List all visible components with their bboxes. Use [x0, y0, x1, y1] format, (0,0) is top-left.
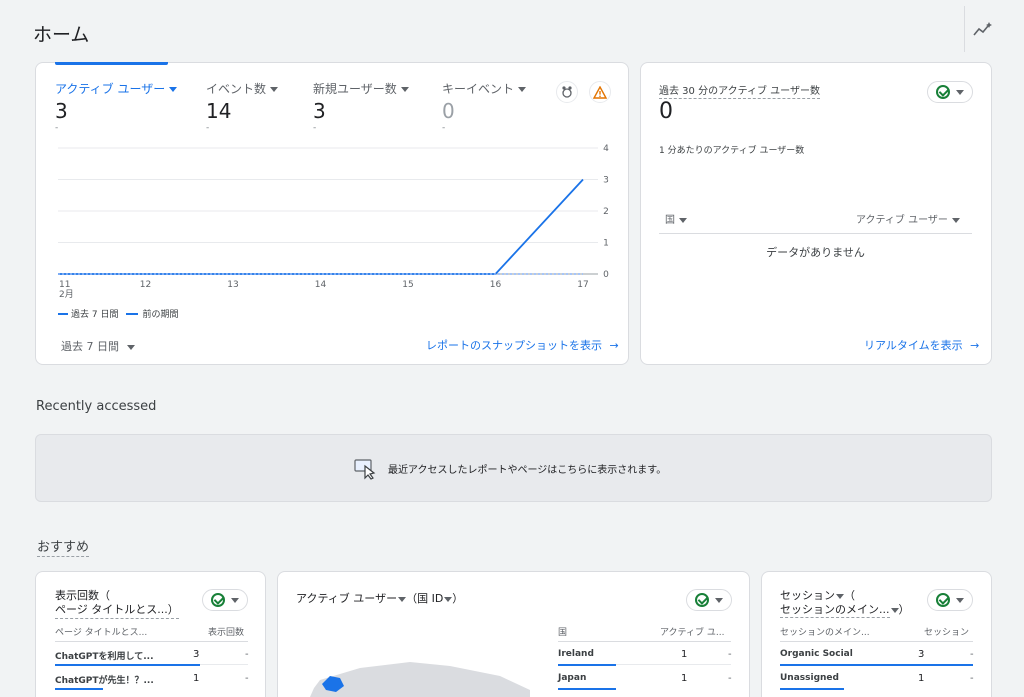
column-header[interactable]: アクティブ ユ...	[660, 625, 724, 638]
y-tick-label: 1	[603, 239, 609, 249]
recommended-heading: おすすめ	[37, 540, 90, 557]
column-header[interactable]: 表示回数	[208, 625, 244, 638]
table-row-value: 1	[918, 673, 925, 684]
chart-legend: 過去 7 日間 前の期間	[58, 307, 178, 320]
realtime-value: 0	[659, 99, 673, 124]
realtime-title: 過去 30 分のアクティブ ユーザー数	[659, 86, 820, 99]
view-realtime-label: リアルタイムを表示	[864, 339, 963, 352]
no-data-message: データがありません	[766, 246, 865, 259]
cursor-click-icon	[354, 458, 380, 480]
table-row-change: -	[245, 649, 249, 660]
chevron-down-icon	[890, 607, 899, 613]
per-minute-label: 1 分あたりのアクティブ ユーザー数	[659, 146, 805, 156]
table-row-name[interactable]: Ireland	[558, 649, 594, 659]
active-users-column-header[interactable]: アクティブ ユーザー	[856, 211, 960, 226]
table-row-divider	[616, 664, 731, 665]
table-row-change: -	[728, 649, 732, 660]
chevron-down-icon	[715, 597, 723, 603]
table-header-divider	[558, 641, 731, 642]
recent-empty-text: 最近アクセスしたレポートやページはこちらに表示されます。	[388, 465, 667, 476]
arrow-right-icon: →	[970, 339, 980, 352]
card1-title: 表示回数（ ページ タイトルとス...）	[55, 589, 179, 619]
chevron-down-icon	[956, 597, 964, 603]
table-row-value: 3	[918, 649, 925, 660]
data-quality-badge[interactable]	[686, 589, 732, 611]
series-line-current	[58, 178, 584, 275]
view-snapshot-link[interactable]: レポートのスナップショットを表示 →	[426, 337, 619, 353]
table-row-name[interactable]: Japan	[558, 673, 586, 683]
legend-line-current	[58, 312, 68, 315]
table-row-value: 1	[193, 673, 200, 684]
table-row-divider	[200, 664, 248, 665]
recent-heading: Recently accessed	[36, 399, 157, 414]
chevron-down-icon	[956, 89, 964, 95]
chevron-down-icon	[127, 344, 135, 350]
column-header[interactable]: セッションのメイン...	[780, 625, 870, 638]
date-range-selector[interactable]: 過去 7 日間	[61, 338, 135, 354]
legend-line-previous	[126, 312, 139, 315]
x-tick-label: 12	[140, 280, 151, 290]
view-realtime-link[interactable]: リアルタイムを表示 →	[864, 337, 979, 353]
table-row-bar	[558, 664, 616, 666]
world-map	[310, 662, 530, 697]
table-row-change: -	[970, 649, 974, 660]
check-circle-icon	[211, 593, 225, 607]
check-circle-icon	[936, 593, 950, 607]
data-quality-badge[interactable]	[927, 81, 973, 103]
column-header[interactable]: 国	[558, 625, 567, 638]
data-quality-badge[interactable]	[202, 589, 248, 611]
table-header-divider	[780, 641, 973, 642]
chevron-down-icon	[398, 596, 407, 602]
card2-title: アクティブ ユーザー （国 ID）	[296, 592, 464, 605]
x-tick-label: 13	[227, 280, 238, 290]
table-row-bar	[55, 688, 103, 690]
y-tick-label: 3	[603, 176, 609, 186]
x-tick-label: 17	[577, 280, 588, 290]
y-tick-label: 4	[603, 144, 609, 154]
table-header-divider	[659, 233, 972, 234]
date-range-label: 過去 7 日間	[61, 340, 119, 353]
chevron-down-icon	[679, 217, 687, 223]
y-tick-label: 0	[603, 270, 609, 280]
x-tick-label: 14	[315, 280, 327, 290]
x-tick-label: 15	[402, 280, 413, 290]
table-row-name[interactable]: ChatGPTを利用して...	[55, 649, 154, 662]
legend-current-label: 過去 7 日間	[71, 310, 119, 320]
chevron-down-icon	[951, 217, 960, 223]
table-row-value: 1	[681, 673, 688, 684]
legend-previous-label: 前の期間	[142, 310, 179, 320]
table-row-name[interactable]: Unassigned	[780, 673, 839, 683]
table-row-bar	[780, 688, 844, 690]
table-row-name[interactable]: Organic Social	[780, 649, 853, 659]
arrow-right-icon: →	[609, 339, 619, 352]
y-tick-label: 2	[603, 207, 609, 217]
chevron-down-icon	[836, 593, 844, 599]
table-row-bar	[558, 688, 616, 690]
view-snapshot-label: レポートのスナップショットを表示	[426, 339, 602, 352]
table-row-bar	[780, 664, 973, 666]
map-landmass	[310, 662, 530, 697]
x-axis-month-label: 2月	[59, 290, 74, 300]
x-tick-label: 16	[490, 280, 502, 290]
data-quality-badge[interactable]	[927, 589, 973, 611]
table-row-change: -	[245, 673, 249, 684]
table-row-name[interactable]: ChatGPTが先生！？...	[55, 673, 154, 686]
column-header[interactable]: セッション	[924, 625, 969, 638]
card3-title: セッション（ セッションのメイン...）	[780, 589, 910, 618]
country-column-header[interactable]: 国	[665, 211, 687, 226]
table-row-bar	[55, 664, 200, 666]
check-circle-icon	[695, 593, 709, 607]
check-circle-icon	[936, 85, 950, 99]
table-row-change: -	[728, 673, 732, 684]
chevron-down-icon	[231, 597, 239, 603]
table-header-divider	[55, 641, 248, 642]
column-header[interactable]: ページ タイトルとス...	[55, 625, 147, 638]
table-row-value: 3	[193, 649, 200, 660]
table-row-value: 1	[681, 649, 688, 660]
table-row-change: -	[970, 673, 974, 684]
